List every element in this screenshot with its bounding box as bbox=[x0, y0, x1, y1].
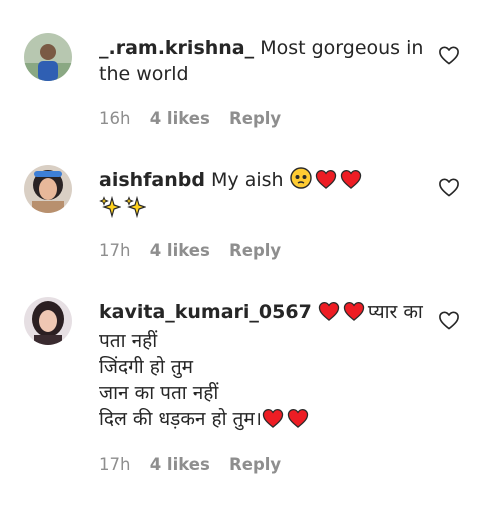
sparkles-icon bbox=[99, 195, 122, 225]
comment-text: पता नहीं bbox=[99, 330, 158, 352]
pleading-face-icon bbox=[289, 167, 312, 196]
red-heart-icon bbox=[318, 301, 340, 328]
sparkles-icon bbox=[124, 195, 147, 225]
comment-text: Most gorgeous in bbox=[260, 37, 424, 59]
comment-username[interactable]: aishfanbd bbox=[99, 169, 205, 191]
comment-time: 17h bbox=[99, 241, 131, 260]
red-heart-icon bbox=[262, 408, 284, 435]
comment-time: 16h bbox=[99, 109, 131, 128]
comment-text: My aish bbox=[211, 169, 284, 191]
comment-text: जान का पता नहीं bbox=[99, 382, 219, 404]
red-heart-icon bbox=[340, 169, 362, 196]
likes-count[interactable]: 4 likes bbox=[150, 109, 210, 128]
like-heart-icon[interactable] bbox=[438, 310, 460, 330]
like-heart-icon[interactable] bbox=[438, 177, 460, 197]
red-heart-icon bbox=[315, 169, 337, 196]
comment-time: 17h bbox=[99, 455, 131, 474]
avatar[interactable] bbox=[24, 33, 72, 81]
reply-button[interactable]: Reply bbox=[229, 241, 281, 260]
comment-text: जिंदगी हो तुम bbox=[99, 356, 194, 378]
likes-count[interactable]: 4 likes bbox=[150, 241, 210, 260]
like-heart-icon[interactable] bbox=[438, 45, 460, 65]
avatar[interactable] bbox=[24, 297, 72, 345]
avatar[interactable] bbox=[24, 165, 72, 213]
likes-count[interactable]: 4 likes bbox=[150, 455, 210, 474]
red-heart-icon bbox=[287, 408, 309, 435]
comment-text: दिल की धड़कन हो तुम। bbox=[99, 408, 262, 430]
comment-text: the world bbox=[99, 63, 189, 85]
reply-button[interactable]: Reply bbox=[229, 455, 281, 474]
reply-button[interactable]: Reply bbox=[229, 109, 281, 128]
comment-username[interactable]: kavita_kumari_0567 bbox=[99, 301, 312, 323]
red-heart-icon bbox=[343, 301, 365, 328]
comment-username[interactable]: _.ram.krishna_ bbox=[99, 37, 254, 59]
comment-text: प्यार का bbox=[367, 301, 423, 323]
